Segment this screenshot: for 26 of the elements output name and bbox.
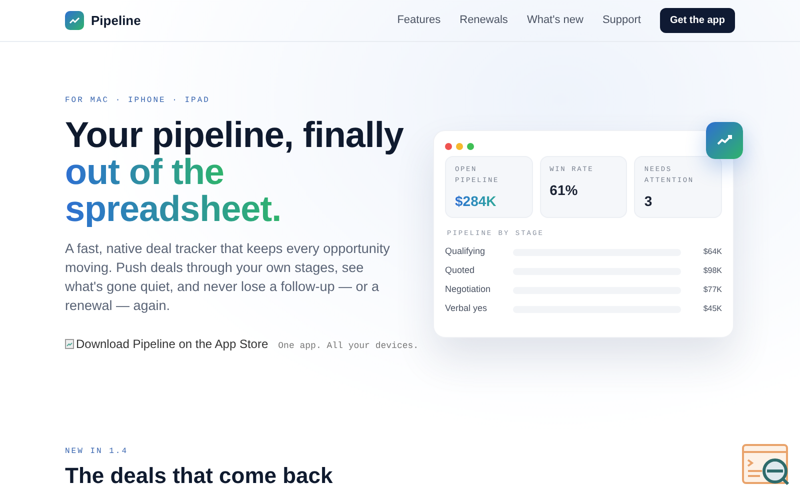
broken-image-icon — [65, 339, 74, 349]
stage-name: Verbal yes — [445, 302, 488, 316]
stage-name: Quoted — [445, 264, 476, 278]
stage-amount: $77K — [703, 284, 722, 296]
browser-search-icon — [742, 444, 790, 488]
lead-paragraph: A fast, native deal tracker that keeps every opportunity moving. Push deals through your own stages, see what's gone quiet, and never lose a follow-up — or a renewal — again. — [65, 240, 391, 315]
tagline: One app. All your devices. — [278, 340, 419, 353]
nav-link[interactable]: Renewals — [460, 12, 508, 29]
nav-link[interactable]: Support — [602, 12, 641, 29]
stat-value: 61% — [550, 181, 578, 200]
section-heading: The deals that come back — [65, 464, 334, 488]
eyebrow-text: NEW IN 1.4 — [65, 446, 130, 458]
nav-link[interactable]: Features — [397, 12, 441, 29]
nav-link[interactable]: What's new — [526, 12, 584, 29]
stage-amount: $64K — [703, 246, 722, 258]
stage-amount: $45K — [703, 303, 722, 315]
stage-amount: $98K — [703, 265, 722, 277]
headline-line: Your pipeline, finally — [65, 116, 404, 153]
stage-name: Qualifying — [445, 245, 486, 258]
get-app-button[interactable]: Get the app — [660, 8, 735, 33]
stat-value: 3 — [644, 192, 652, 211]
stage-name: Negotiation — [445, 283, 492, 296]
app-store-link[interactable]: Download Pipeline on the App Store — [65, 335, 268, 353]
eyebrow-text: FOR MAC · IPHONE · IPAD — [65, 95, 211, 107]
brand-name: Pipeline — [91, 12, 141, 30]
logo-icon — [65, 11, 84, 30]
